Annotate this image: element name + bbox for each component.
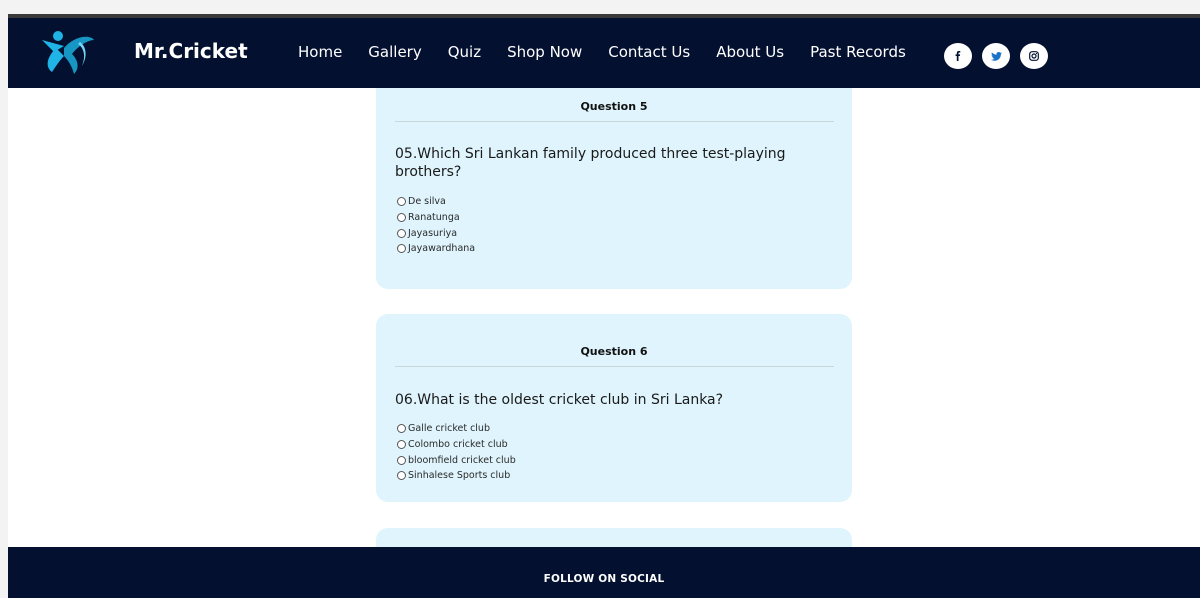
answer-option[interactable]: bloomfield cricket club xyxy=(397,452,516,468)
nav-home[interactable]: Home xyxy=(298,40,342,64)
browser-viewport: Mr.Cricket Home Gallery Quiz Shop Now Co… xyxy=(8,14,1200,598)
option-label: Ranatunga xyxy=(408,212,460,224)
answer-option[interactable]: Sinhalese Sports club xyxy=(397,468,516,484)
radio-button[interactable] xyxy=(397,440,406,450)
question-card-6: Question 6 06.What is the oldest cricket… xyxy=(376,314,852,502)
answer-option[interactable]: Jayasuriya xyxy=(397,225,475,241)
answer-option[interactable]: Jayawardhana xyxy=(397,241,475,257)
nav-contact-us[interactable]: Contact Us xyxy=(608,40,690,64)
question-title: Question 5 xyxy=(580,100,648,113)
option-label: Jayawardhana xyxy=(408,243,476,255)
card-divider xyxy=(395,366,834,367)
card-divider xyxy=(395,121,834,122)
quiz-content[interactable]: Question 5 05.Which Sri Lankan family pr… xyxy=(8,88,1200,547)
footer-title: FOLLOW ON SOCIAL xyxy=(543,573,665,585)
question-card-5: Question 5 05.Which Sri Lankan family pr… xyxy=(376,88,852,289)
facebook-icon[interactable] xyxy=(944,43,972,69)
question-card-7 xyxy=(376,528,852,547)
answer-option[interactable]: Colombo cricket club xyxy=(397,437,516,453)
answer-option[interactable]: Galle cricket club xyxy=(397,421,516,437)
option-label: Jayasuriya xyxy=(408,227,458,239)
question-text: 05.Which Sri Lankan family produced thre… xyxy=(395,146,786,180)
radio-button[interactable] xyxy=(397,455,406,465)
option-label: bloomfield cricket club xyxy=(408,454,516,466)
brand-name[interactable]: Mr.Cricket xyxy=(134,38,248,64)
radio-button[interactable] xyxy=(397,471,406,481)
option-label: Galle cricket club xyxy=(408,423,490,435)
question-title: Question 6 xyxy=(580,345,648,358)
twitter-icon[interactable] xyxy=(982,43,1010,69)
nav-past-records[interactable]: Past Records xyxy=(810,40,906,64)
answer-options: De silva Ranatunga Jayasuriya Jayawardha… xyxy=(397,194,475,257)
radio-button[interactable] xyxy=(397,244,406,254)
option-label: Sinhalese Sports club xyxy=(408,470,511,482)
question-text: 06.What is the oldest cricket club in Sr… xyxy=(395,392,724,408)
option-label: De silva xyxy=(408,196,446,208)
nav-about-us[interactable]: About Us xyxy=(716,40,784,64)
nav-quiz[interactable]: Quiz xyxy=(448,40,481,64)
answer-options: Galle cricket club Colombo cricket club … xyxy=(397,421,516,484)
option-label: Colombo cricket club xyxy=(408,439,508,451)
radio-button[interactable] xyxy=(397,197,406,207)
answer-option[interactable]: De silva xyxy=(397,194,475,210)
instagram-icon[interactable] xyxy=(1020,43,1048,69)
nav-shop-now[interactable]: Shop Now xyxy=(507,40,582,64)
social-links xyxy=(944,43,1048,69)
footer: FOLLOW ON SOCIAL xyxy=(8,547,1200,598)
nav-gallery[interactable]: Gallery xyxy=(368,40,421,64)
navbar: Mr.Cricket Home Gallery Quiz Shop Now Co… xyxy=(8,18,1200,88)
radio-button[interactable] xyxy=(397,228,406,238)
answer-option[interactable]: Ranatunga xyxy=(397,210,475,226)
cricket-logo-icon[interactable] xyxy=(34,26,100,78)
radio-button[interactable] xyxy=(397,213,406,223)
radio-button[interactable] xyxy=(397,424,406,434)
main-nav: Home Gallery Quiz Shop Now Contact Us Ab… xyxy=(298,40,932,64)
